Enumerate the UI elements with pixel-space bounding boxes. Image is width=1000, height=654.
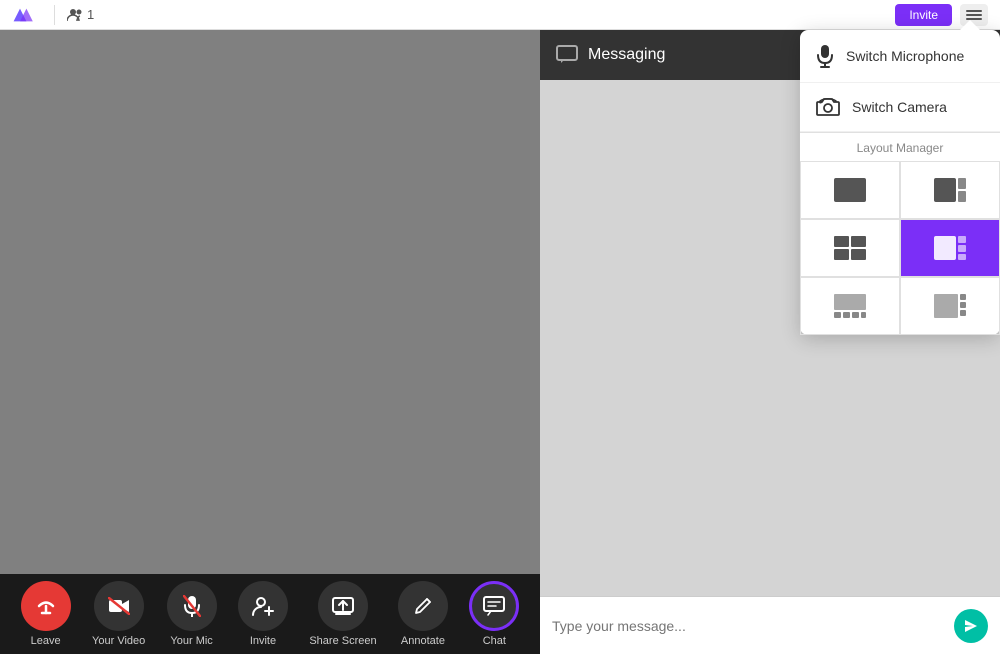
chat-button[interactable]: Chat [469,581,519,647]
invite-button[interactable]: Invite [895,4,952,26]
layout-filmstrip-icon [832,292,868,320]
microphone-icon [816,44,834,68]
share-screen-button[interactable]: Share Screen [309,581,376,647]
invite-icon-circle [238,581,288,631]
layout-side-by-side[interactable] [900,161,1000,219]
layout-grid [800,161,1000,335]
layout-single-icon [832,176,868,204]
app-logo [12,3,42,27]
layout-grid-wrapper: Feedback [800,161,1000,335]
layout-focus-icon [932,234,968,262]
bottom-toolbar: Leave Your Video Your Mic [0,574,540,654]
main-video-area [0,30,540,574]
leave-icon-circle [21,581,71,631]
your-mic-button[interactable]: Your Mic [167,581,217,647]
switch-camera-item[interactable]: Switch Camera [800,83,1000,132]
layout-side-icon [932,176,968,204]
layout-grid4-icon [832,234,868,262]
layout-grid-4[interactable] [800,219,900,277]
video-icon-circle [94,581,144,631]
chat-input-area [540,596,1000,654]
your-video-button[interactable]: Your Video [92,581,145,647]
invite-toolbar-button[interactable]: Invite [238,581,288,647]
annotate-button[interactable]: Annotate [398,581,448,647]
leave-button[interactable]: Leave [21,581,71,647]
messaging-icon [556,45,578,65]
layout-filmstrip-side-icon [932,292,968,320]
layout-filmstrip-side[interactable] [900,277,1000,335]
layout-manager-title: Layout Manager [800,132,1000,161]
top-bar-divider [54,5,55,25]
top-bar: 1 Invite [0,0,1000,30]
switch-microphone-item[interactable]: Switch Microphone [800,30,1000,83]
share-screen-icon-circle [318,581,368,631]
camera-icon [816,97,840,117]
dropdown-menu: Switch Microphone Switch Camera Layout M… [800,30,1000,335]
chat-icon-circle [469,581,519,631]
layout-focus[interactable] [900,219,1000,277]
layout-single[interactable] [800,161,900,219]
mic-icon-circle [167,581,217,631]
chat-input[interactable] [552,618,946,634]
participants-count: 1 [67,7,94,22]
layout-filmstrip[interactable] [800,277,900,335]
send-button[interactable] [954,609,988,643]
annotate-icon-circle [398,581,448,631]
